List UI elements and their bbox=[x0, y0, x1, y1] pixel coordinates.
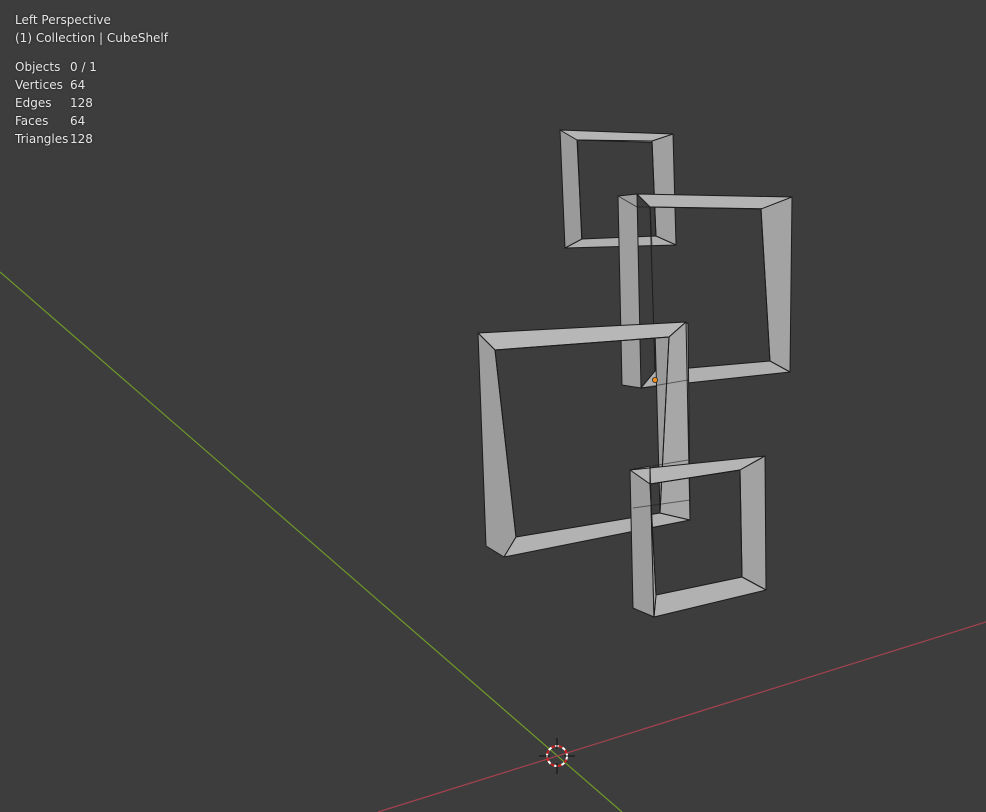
stat-value: 128 bbox=[70, 132, 93, 146]
stat-label: Faces bbox=[15, 114, 49, 128]
stat-label: Vertices bbox=[15, 78, 63, 92]
stat-row-faces: Faces 64 bbox=[15, 112, 168, 130]
stat-row-vertices: Vertices 64 bbox=[15, 76, 168, 94]
stat-label: Triangles bbox=[15, 132, 69, 146]
stat-value: 0 / 1 bbox=[70, 60, 97, 74]
stat-value: 64 bbox=[70, 78, 86, 92]
frame-upper-right bbox=[617, 193, 793, 389]
stat-value: 128 bbox=[70, 96, 93, 110]
frame-middle-left bbox=[477, 321, 691, 558]
stat-value: 64 bbox=[70, 114, 86, 128]
stat-row-triangles: Triangles 128 bbox=[15, 130, 168, 148]
stat-label: Objects bbox=[15, 60, 61, 74]
collection-object-name: (1) Collection | CubeShelf bbox=[15, 31, 168, 45]
3d-viewport[interactable]: Left Perspective (1) Collection | CubeSh… bbox=[0, 0, 986, 812]
view-name: Left Perspective bbox=[15, 13, 111, 27]
frame-bottom-right bbox=[629, 455, 767, 618]
viewport-text-overlay: Left Perspective (1) Collection | CubeSh… bbox=[15, 11, 168, 148]
stat-label: Edges bbox=[15, 96, 52, 110]
scene-statistics: Objects 0 / 1 Vertices 64 Edges 128 Face… bbox=[15, 58, 168, 148]
x-axis-line bbox=[377, 621, 986, 812]
cube-shelf-mesh[interactable] bbox=[477, 129, 793, 618]
frame-top bbox=[559, 129, 677, 249]
stat-row-edges: Edges 128 bbox=[15, 94, 168, 112]
stat-row-objects: Objects 0 / 1 bbox=[15, 58, 168, 76]
object-origin-dot bbox=[652, 376, 659, 383]
